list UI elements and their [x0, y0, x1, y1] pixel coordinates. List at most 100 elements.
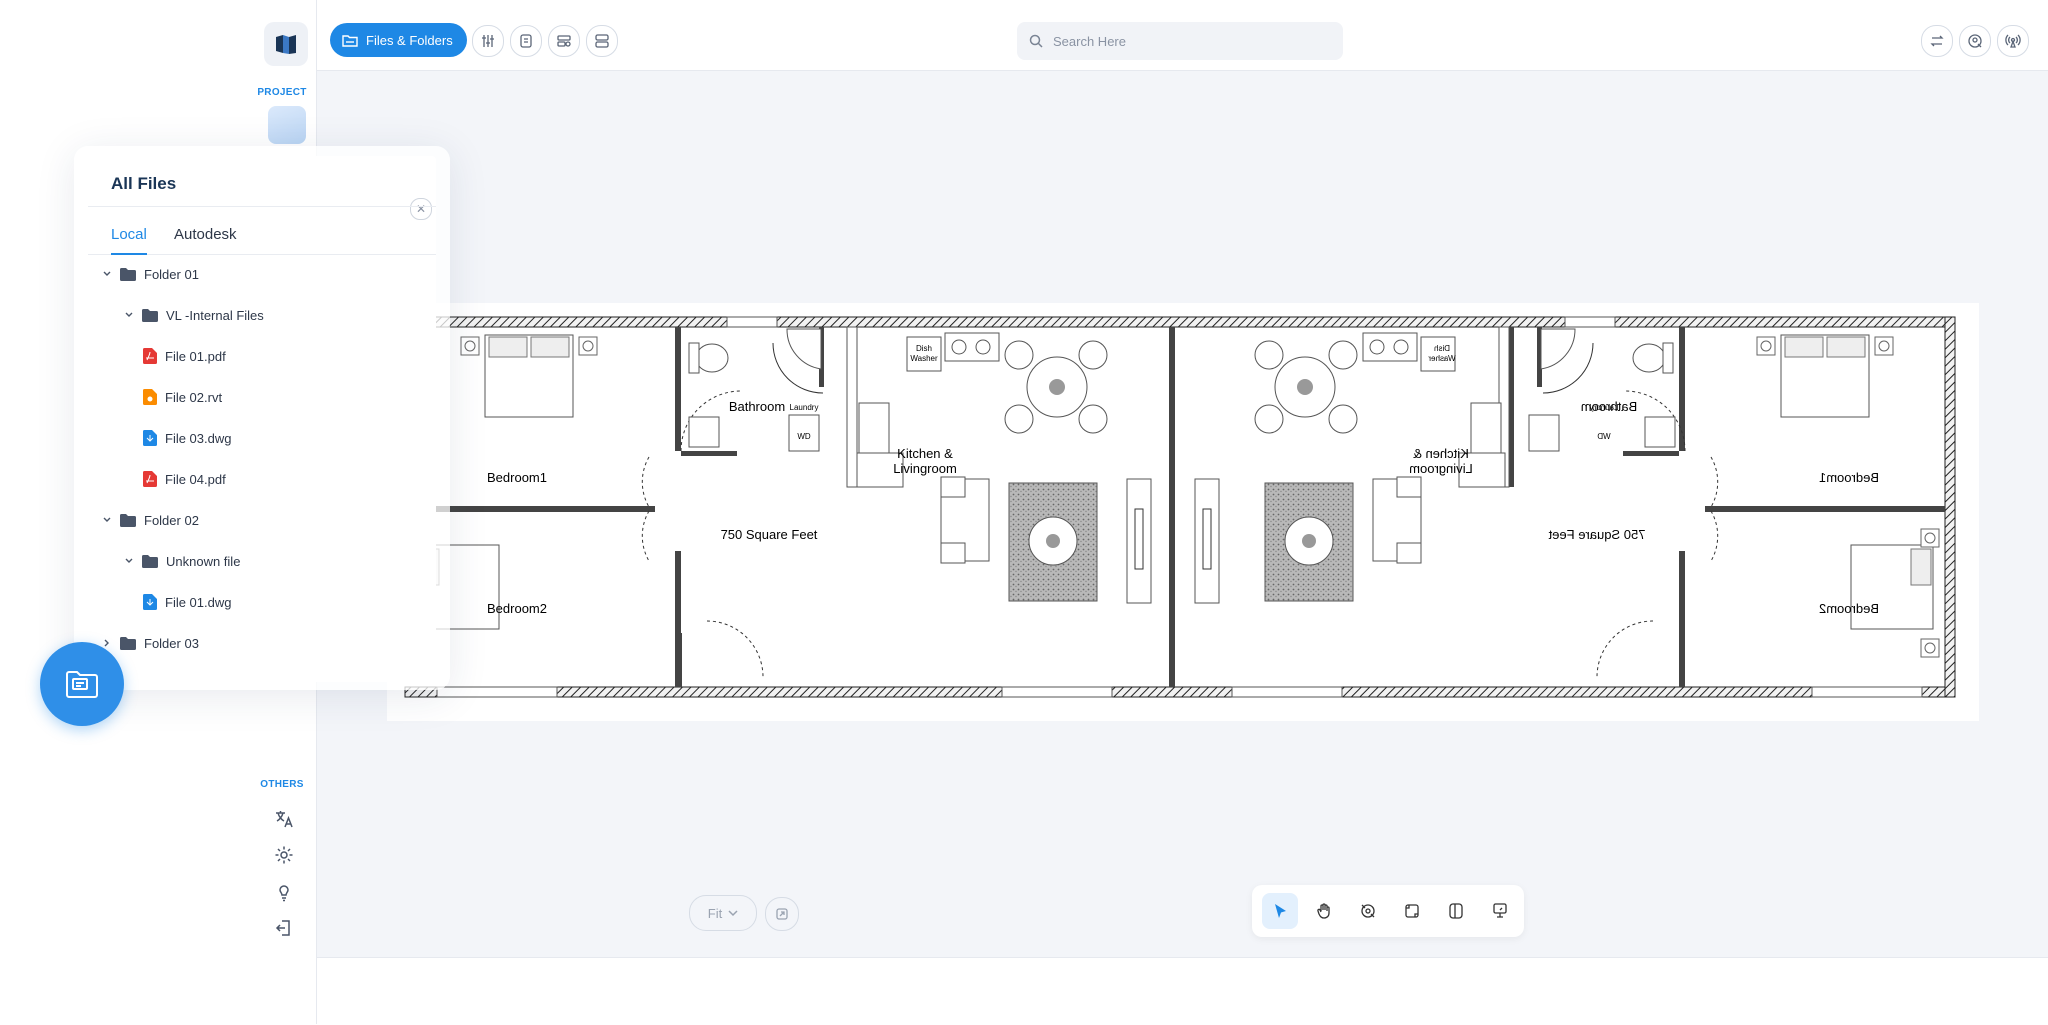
logout-icon[interactable] [270, 914, 298, 942]
fit-screen-icon [776, 908, 788, 920]
wd-mirrored-label: WD [1597, 432, 1611, 441]
drawing-canvas[interactable]: WD Laundry Dish Washer Bedroom1 Bedroom2… [317, 71, 2048, 957]
bedroom2-label: Bedroom2 [487, 601, 547, 616]
dish-washer-label-1: Dish [916, 344, 932, 353]
tree-item-folder-01[interactable]: Folder 01 [102, 263, 199, 285]
chevron-down-icon[interactable] [102, 517, 112, 523]
laundry-label: Laundry [790, 403, 819, 412]
kitchen-label-1: Kitchen & [897, 446, 953, 461]
broadcast-icon [2005, 34, 2021, 48]
app-logo[interactable] [264, 22, 308, 66]
folder-open-icon [342, 35, 358, 47]
files-panel: All Files ✕ Local Autodesk Folder 01 VL … [88, 156, 436, 682]
tree-item-file-03-dwg[interactable]: File 03.dwg [143, 427, 231, 449]
layout-settings-button[interactable] [548, 25, 580, 57]
files-fab-button[interactable] [40, 642, 124, 726]
fit-screen-button[interactable] [765, 897, 799, 931]
bedroom1-mirrored-label: Bedroom1 [1819, 470, 1879, 485]
pan-tool[interactable] [1306, 893, 1342, 929]
tool-tray [1252, 885, 1524, 937]
monitor-pen-icon [1493, 903, 1507, 918]
swap-button[interactable] [1921, 25, 1953, 57]
search-box[interactable] [1017, 22, 1343, 60]
crop-tool[interactable] [1394, 893, 1430, 929]
tree-item-vl-internal-files[interactable]: VL -Internal Files [124, 304, 264, 326]
chevron-down-icon[interactable] [124, 312, 134, 318]
laundry-mirrored-label: Laundry [1590, 403, 1619, 412]
tree-item-label: Unknown file [166, 553, 241, 569]
bathroom-label: Bathroom [729, 399, 785, 414]
measure-tool[interactable] [1350, 893, 1386, 929]
dwg-file-icon [143, 430, 157, 446]
files-folders-button[interactable]: Files & Folders [330, 23, 467, 57]
zoom-value: Fit [707, 905, 723, 921]
sliders-icon [482, 35, 494, 47]
kitchen-mirrored-label-1: Kitchen & [1413, 446, 1469, 461]
floor-plan-svg: WD Laundry Dish Washer Bedroom1 Bedroom2… [404, 316, 1956, 698]
settings-icon[interactable] [270, 841, 298, 869]
tree-item-file-02-rvt[interactable]: File 02.rvt [143, 386, 222, 408]
tree-item-folder-02[interactable]: Folder 02 [102, 509, 199, 531]
tree-item-label: File 02.rvt [165, 389, 223, 405]
zoom-select[interactable]: Fit [689, 895, 757, 931]
tree-item-file-01-pdf[interactable]: File 01.pdf [143, 345, 226, 367]
user-search-button[interactable] [1959, 25, 1991, 57]
chevron-down-icon [728, 910, 738, 917]
document-scan-icon [520, 34, 532, 48]
broadcast-button[interactable] [1997, 25, 2029, 57]
chevron-right-icon[interactable] [102, 639, 112, 647]
tree-item-label: Folder 02 [144, 512, 199, 528]
tree-item-file-04-pdf[interactable]: File 04.pdf [143, 468, 226, 490]
panel-close-button[interactable]: ✕ [410, 198, 432, 220]
tab-local[interactable]: Local [111, 226, 147, 255]
rvt-file-icon [143, 389, 157, 405]
bottom-bar [317, 957, 2048, 1025]
lightbulb-icon[interactable] [270, 878, 298, 906]
open-folder-icon [66, 671, 98, 698]
folder-icon [120, 636, 136, 650]
files-folders-label: Files & Folders [366, 32, 453, 48]
dish-washer-label-2: Washer [910, 354, 938, 363]
translate-icon[interactable] [270, 805, 298, 833]
user-search-icon [1968, 34, 1982, 48]
crop-icon [1405, 904, 1419, 918]
dish-washer-mirrored-label-2: Washer [1428, 354, 1456, 363]
panel-tabs: Local Autodesk [88, 218, 436, 255]
others-section-label: OTHERS [260, 779, 304, 790]
layout-settings-icon [557, 35, 571, 47]
annotate-tool[interactable] [1482, 893, 1518, 929]
search-input[interactable] [1051, 32, 1325, 50]
square-feet-label: 750 Square Feet [721, 527, 818, 542]
square-feet-mirrored-label: 750 Square Feet [1548, 527, 1645, 542]
hand-icon [1317, 903, 1330, 919]
tab-autodesk[interactable]: Autodesk [174, 226, 237, 253]
tree-item-label: File 03.dwg [165, 430, 232, 446]
measure-circle-icon [1361, 904, 1375, 918]
pdf-file-icon [143, 348, 157, 364]
chevron-down-icon[interactable] [124, 558, 134, 564]
tree-item-unknown-file[interactable]: Unknown file [124, 550, 240, 572]
kitchen-label-2: Livingroom [893, 461, 957, 476]
sliders-button[interactable] [472, 25, 504, 57]
project-thumbnail[interactable] [268, 106, 306, 144]
pdf-file-icon [143, 471, 157, 487]
dwg-file-icon [143, 594, 157, 610]
chevron-down-icon[interactable] [102, 271, 112, 277]
floor-plan-drawing[interactable]: WD Laundry Dish Washer Bedroom1 Bedroom2… [387, 303, 1979, 721]
split-view-button[interactable] [586, 25, 618, 57]
compare-tool[interactable] [1438, 893, 1474, 929]
split-compare-icon [1449, 903, 1463, 919]
tree-item-file-01-dwg[interactable]: File 01.dwg [143, 591, 231, 613]
bedroom2-mirrored-label: Bedroom2 [1819, 601, 1879, 616]
split-view-icon [595, 34, 609, 48]
kitchen-mirrored-label-2: Livingroom [1409, 461, 1473, 476]
select-tool[interactable] [1262, 893, 1298, 929]
dish-washer-mirrored-label-1: Dish [1434, 344, 1450, 353]
folder-icon [142, 554, 158, 568]
tree-item-folder-03[interactable]: Folder 03 [102, 632, 199, 654]
wd-label: WD [797, 432, 811, 441]
cursor-arrow-icon [1275, 904, 1286, 918]
document-scan-button[interactable] [510, 25, 542, 57]
tree-item-label: File 01.dwg [165, 594, 232, 610]
folder-icon [120, 513, 136, 527]
